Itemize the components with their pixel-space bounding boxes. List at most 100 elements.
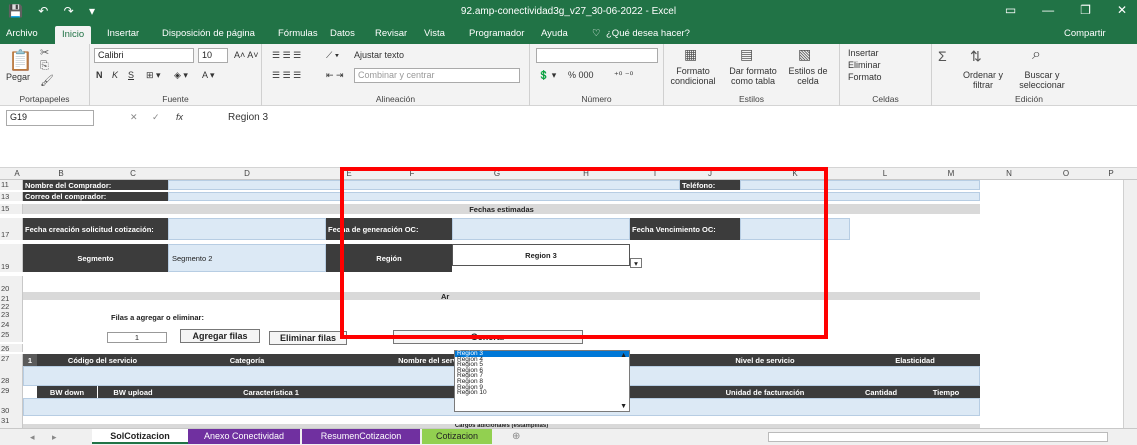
vertical-scrollbar[interactable]	[1123, 180, 1137, 428]
row-header-31[interactable]: 31	[0, 416, 23, 428]
col-header-n[interactable]: N	[982, 169, 1036, 178]
col-header-b[interactable]: B	[24, 169, 98, 178]
dropdown-scroll-down-icon[interactable]: ▼	[620, 403, 627, 410]
align-top-icon[interactable]: ☰ ☰ ☰	[272, 50, 301, 61]
row-header-13[interactable]: 13	[0, 192, 23, 201]
add-sheet-icon[interactable]: ⊕	[512, 431, 520, 442]
row-header-24[interactable]: 24	[0, 320, 23, 330]
sort-filter-button[interactable]: Ordenar y filtrar	[958, 70, 1008, 90]
row-header-20[interactable]: 20	[0, 276, 23, 294]
wrap-text-button[interactable]: Ajustar texto	[354, 50, 404, 60]
font-size-select[interactable]: 10	[198, 48, 228, 63]
percent-style-button[interactable]: % 000	[568, 70, 594, 80]
tab-inicio[interactable]: Inicio	[55, 26, 92, 44]
row-header-25[interactable]: 25	[0, 330, 23, 342]
dropdown-scroll-up-icon[interactable]: ▲	[620, 352, 627, 359]
maximize-icon[interactable]: ❐	[1080, 3, 1091, 17]
row-header-17[interactable]: 17	[0, 218, 23, 240]
font-color-icon[interactable]: A ▾	[202, 70, 215, 81]
col-header-a[interactable]: A	[10, 169, 24, 178]
region-dropdown-list[interactable]: Region 3 Region 4 Region 5 Region 6 Regi…	[454, 350, 630, 412]
segmento-cell[interactable]: Segmento 2	[168, 244, 326, 272]
format-cells-button[interactable]: Formato	[848, 72, 882, 82]
hdr-elasticidad: Elasticidad	[850, 354, 980, 366]
conditional-format-button[interactable]: Formato condicional	[666, 66, 720, 86]
tab-datos[interactable]: Datos	[330, 28, 355, 39]
orientation-icon[interactable]: ⟋ ▾	[326, 50, 339, 61]
font-name-select[interactable]: Calibri	[94, 48, 194, 63]
bold-button[interactable]: N	[96, 70, 103, 80]
enter-icon[interactable]: ✓	[152, 112, 160, 123]
eliminar-filas-button[interactable]: Eliminar filas	[269, 331, 347, 345]
format-painter-icon[interactable]: 🖌	[40, 74, 54, 87]
cell-styles-button[interactable]: Estilos de celda	[784, 66, 832, 86]
row-header-27[interactable]: 27	[0, 354, 23, 366]
fx-icon[interactable]: fx	[176, 112, 183, 122]
fill-color-icon[interactable]: ◈ ▾	[174, 70, 188, 81]
tab-disposicion[interactable]: Disposición de página	[162, 28, 255, 39]
insert-cells-button[interactable]: Insertar	[848, 48, 879, 58]
col-header-m[interactable]: M	[920, 169, 982, 178]
tab-insertar[interactable]: Insertar	[107, 28, 139, 39]
sheet-tab-anexo-conectividad[interactable]: Anexo Conectividad	[188, 429, 300, 444]
row-header-26[interactable]: 26	[0, 344, 23, 353]
name-box[interactable]: G19	[6, 110, 94, 126]
horizontal-scrollbar[interactable]	[768, 432, 1108, 442]
row-header-15[interactable]: 15	[0, 204, 23, 214]
delete-cells-button[interactable]: Eliminar	[848, 60, 881, 70]
tell-me-search[interactable]: ¿Qué desea hacer?	[606, 28, 690, 39]
sheet-tab-cotizacion[interactable]: Cotizacion	[422, 429, 492, 444]
indent-icon[interactable]: ⇤ ⇥	[326, 70, 344, 81]
row-header-11[interactable]: 11	[0, 180, 23, 190]
sheet-nav-next-icon[interactable]: ▸	[52, 432, 57, 443]
number-format-select[interactable]	[536, 48, 658, 63]
grow-font-icon[interactable]: A˄ A˅	[234, 50, 259, 60]
decimal-icon[interactable]: ⁺⁰ ⁻⁰	[614, 70, 633, 81]
find-select-button[interactable]: Buscar y seleccionar	[1012, 70, 1072, 90]
row-header-22[interactable]: 22	[0, 302, 23, 311]
row-header-19[interactable]: 19	[0, 244, 23, 272]
filas-input[interactable]: 1	[107, 332, 167, 343]
cut-icon[interactable]: ✂	[40, 46, 49, 59]
row-header-30[interactable]: 30	[0, 398, 23, 416]
close-icon[interactable]: ✕	[1117, 3, 1127, 17]
input-fecha-creacion[interactable]	[168, 218, 326, 240]
row-header-21[interactable]: 21	[0, 294, 23, 303]
formula-input[interactable]: Region 3	[228, 112, 268, 123]
row-header-29[interactable]: 29	[0, 386, 23, 398]
merge-center-button[interactable]: Combinar y centrar	[354, 68, 520, 83]
sheet-nav-prev-icon[interactable]: ◂	[30, 432, 35, 443]
tab-programador[interactable]: Programador	[469, 28, 524, 39]
col-header-l[interactable]: L	[850, 169, 920, 178]
sheet-tab-resumencotizacion[interactable]: ResumenCotizacion	[302, 429, 420, 444]
col-header-d[interactable]: D	[168, 169, 326, 178]
paste-icon[interactable]: 📋	[8, 48, 33, 73]
accounting-icon[interactable]: 💲 ▾	[538, 70, 556, 81]
hdr-unidad-facturacion: Unidad de facturación	[680, 386, 850, 398]
share-button[interactable]: Compartir	[1064, 28, 1106, 39]
agregar-filas-button[interactable]: Agregar filas	[180, 329, 260, 343]
col-header-o[interactable]: O	[1036, 169, 1096, 178]
tab-revisar[interactable]: Revisar	[375, 28, 407, 39]
tab-ayuda[interactable]: Ayuda	[541, 28, 568, 39]
paste-button[interactable]: Pegar	[6, 72, 30, 82]
col-header-p[interactable]: P	[1096, 169, 1126, 178]
tab-vista[interactable]: Vista	[424, 28, 445, 39]
copy-icon[interactable]: ⎘	[40, 60, 49, 73]
dropdown-option[interactable]: Región 10	[455, 390, 629, 396]
minimize-icon[interactable]: —	[1042, 3, 1054, 17]
row-header-28[interactable]: 28	[0, 366, 23, 386]
cancel-icon[interactable]: ✕	[130, 112, 138, 123]
sheet-tab-solcotizacion[interactable]: SolCotizacion	[92, 429, 188, 444]
col-header-c[interactable]: C	[98, 169, 168, 178]
underline-button[interactable]: S	[128, 70, 134, 80]
tab-formulas[interactable]: Fórmulas	[278, 28, 318, 39]
italic-button[interactable]: K	[112, 70, 118, 80]
borders-icon[interactable]: ⊞ ▾	[146, 70, 161, 81]
tab-archivo[interactable]: Archivo	[6, 28, 38, 39]
ribbon-display-icon[interactable]: ▭	[1005, 3, 1016, 17]
row-header-23[interactable]: 23	[0, 310, 23, 320]
autosum-icon[interactable]: Σ	[938, 48, 947, 64]
format-as-table-button[interactable]: Dar formato como tabla	[726, 66, 780, 86]
align-left-icon[interactable]: ☰ ☰ ☰	[272, 70, 301, 81]
